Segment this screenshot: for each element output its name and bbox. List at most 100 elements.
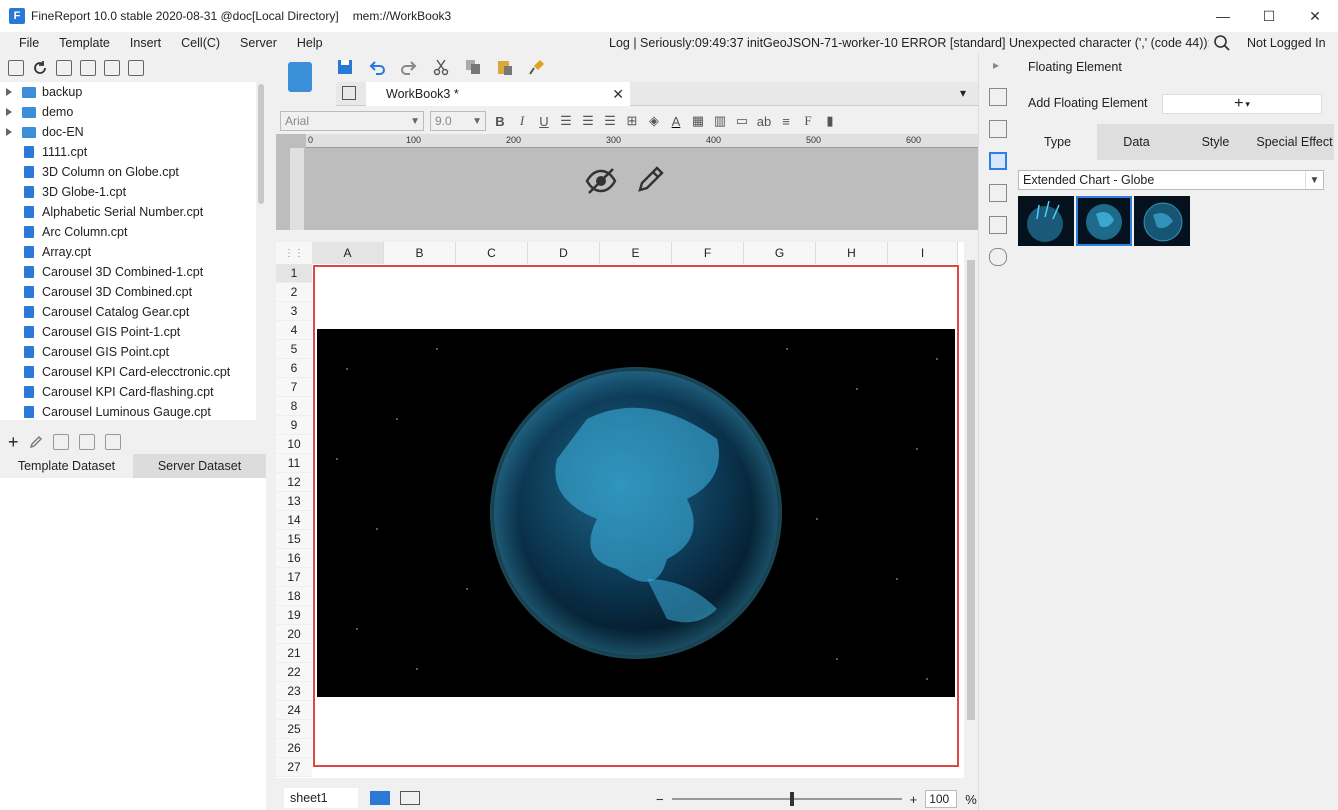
search-icon[interactable] (1213, 34, 1231, 52)
row-header[interactable]: 2 (276, 283, 312, 302)
maximize-button[interactable]: ☐ (1246, 0, 1292, 32)
row-header[interactable]: 8 (276, 397, 312, 416)
tab-data[interactable]: Data (1097, 124, 1176, 160)
row-header[interactable]: 10 (276, 435, 312, 454)
chart-icon[interactable]: ▮ (822, 113, 838, 129)
sheet-scroll-thumb[interactable] (967, 260, 975, 720)
chart-type-select[interactable]: Extended Chart - Globe ▼ (1018, 170, 1324, 190)
menu-template[interactable]: Template (49, 36, 120, 50)
row-header[interactable]: 5 (276, 340, 312, 359)
tree-file[interactable]: Carousel KPI Card-flashing.cpt (0, 382, 256, 402)
row-header[interactable]: 6 (276, 359, 312, 378)
add-floating-element-button[interactable]: + ▾ (1162, 94, 1322, 114)
tree-file[interactable]: Carousel Catalog Gear.cpt (0, 302, 256, 322)
hyperlink-icon[interactable] (989, 248, 1007, 266)
tab-server-dataset[interactable]: Server Dataset (133, 454, 266, 478)
tab-type[interactable]: Type (1018, 124, 1097, 160)
row-header[interactable]: 15 (276, 530, 312, 549)
close-tab-icon[interactable]: ✕ (612, 86, 624, 103)
zoom-slider[interactable] (671, 792, 902, 806)
delete-icon[interactable] (104, 60, 120, 76)
minimize-button[interactable]: — (1200, 0, 1246, 32)
expand-arrow-icon[interactable] (6, 88, 12, 96)
tree-file[interactable]: 1111.cpt (0, 142, 256, 162)
globe-style-option-3[interactable] (1134, 196, 1190, 246)
tree-file[interactable]: Carousel KPI Card-elecctronic.cpt (0, 362, 256, 382)
tree-file[interactable]: Arc Column.cpt (0, 222, 256, 242)
redo-icon[interactable] (400, 58, 418, 76)
login-status[interactable]: Not Logged In (1247, 36, 1326, 50)
row-header[interactable]: 7 (276, 378, 312, 397)
insert-link-icon[interactable]: ▭ (734, 113, 750, 129)
grid-view-icon[interactable] (342, 86, 356, 100)
select-all-icon[interactable]: ⋮⋮ (276, 242, 312, 264)
row-header[interactable]: 25 (276, 720, 312, 739)
column-header[interactable]: C (456, 242, 528, 264)
row-header[interactable]: 22 (276, 663, 312, 682)
template-icon[interactable] (288, 62, 312, 92)
tree-file[interactable]: Array.cpt (0, 242, 256, 262)
tree-file[interactable]: Carousel 3D Combined-1.cpt (0, 262, 256, 282)
globe-style-option-2[interactable] (1076, 196, 1132, 246)
row-header[interactable]: 3 (276, 302, 312, 321)
new-folder-icon[interactable] (8, 60, 24, 76)
align-center-icon[interactable]: ☰ (580, 113, 596, 129)
menu-server[interactable]: Server (230, 36, 287, 50)
border-icon[interactable]: ⊞ (624, 113, 640, 129)
row-header[interactable]: 27 (276, 758, 312, 777)
tab-sheet1[interactable]: sheet1 (284, 788, 358, 808)
row-header[interactable]: 16 (276, 549, 312, 568)
paste-icon[interactable] (496, 58, 514, 76)
refresh-icon[interactable] (32, 60, 48, 76)
globe-style-option-1[interactable] (1018, 196, 1074, 246)
row-header[interactable]: 23 (276, 682, 312, 701)
italic-icon[interactable]: I (514, 113, 530, 129)
column-header[interactable]: H (816, 242, 888, 264)
widget-settings-icon[interactable] (989, 184, 1007, 202)
spreadsheet-grid[interactable]: ⋮⋮ A B C D E F G H I 1 2 3 4 5 6 7 8 9 1… (276, 242, 964, 778)
tab-template-dataset[interactable]: Template Dataset (0, 454, 133, 478)
add-report-sheet-icon[interactable] (370, 791, 390, 805)
row-header[interactable]: 18 (276, 587, 312, 606)
expand-arrow-icon[interactable] (6, 128, 12, 136)
copy-icon[interactable] (128, 60, 144, 76)
column-header[interactable]: F (672, 242, 744, 264)
log-message[interactable]: Log | Seriously:09:49:37 initGeoJSON-71-… (609, 36, 1209, 50)
settings-icon[interactable] (80, 60, 96, 76)
zoom-slider-knob[interactable] (789, 792, 794, 806)
cell-attributes-icon[interactable] (989, 88, 1007, 106)
delete-dataset-icon[interactable] (52, 434, 69, 450)
column-header[interactable]: E (600, 242, 672, 264)
condition-attributes-icon[interactable] (989, 216, 1007, 234)
tab-menu-icon[interactable]: ▾ (960, 86, 966, 100)
tree-folder[interactable]: doc-EN (0, 122, 256, 142)
underline-icon[interactable]: U (536, 114, 552, 129)
font-family-select[interactable]: Arial ▼ (280, 111, 424, 131)
row-header[interactable]: 26 (276, 739, 312, 758)
tab-special-effect[interactable]: Special Effect (1255, 124, 1334, 160)
row-header[interactable]: 1 (276, 264, 312, 283)
tree-folder[interactable]: backup (0, 82, 256, 102)
format-painter-icon[interactable] (528, 58, 546, 76)
tree-scroll-thumb[interactable] (258, 84, 264, 204)
row-header[interactable]: 21 (276, 644, 312, 663)
row-header[interactable]: 4 (276, 321, 312, 340)
menu-file[interactable]: File (0, 36, 49, 50)
zoom-in-button[interactable]: + (910, 792, 918, 807)
tree-file[interactable]: 3D Column on Globe.cpt (0, 162, 256, 182)
cell-element-icon[interactable] (989, 120, 1007, 138)
edit-pencil-icon[interactable] (636, 164, 666, 194)
column-header[interactable]: B (384, 242, 456, 264)
zoom-out-button[interactable]: − (656, 792, 664, 807)
undo-icon[interactable] (368, 58, 386, 76)
tree-file[interactable]: 3D Globe-1.cpt (0, 182, 256, 202)
tree-folder[interactable]: demo (0, 102, 256, 122)
column-header[interactable]: A (312, 242, 384, 264)
floating-chart-element[interactable] (313, 265, 959, 767)
dataset-settings-icon[interactable] (104, 434, 121, 450)
formula-icon[interactable]: F (800, 113, 816, 129)
add-dataset-icon[interactable]: + (8, 432, 19, 453)
menu-help[interactable]: Help (287, 36, 333, 50)
row-header[interactable]: 13 (276, 492, 312, 511)
tree-scrollbar[interactable] (256, 82, 266, 420)
